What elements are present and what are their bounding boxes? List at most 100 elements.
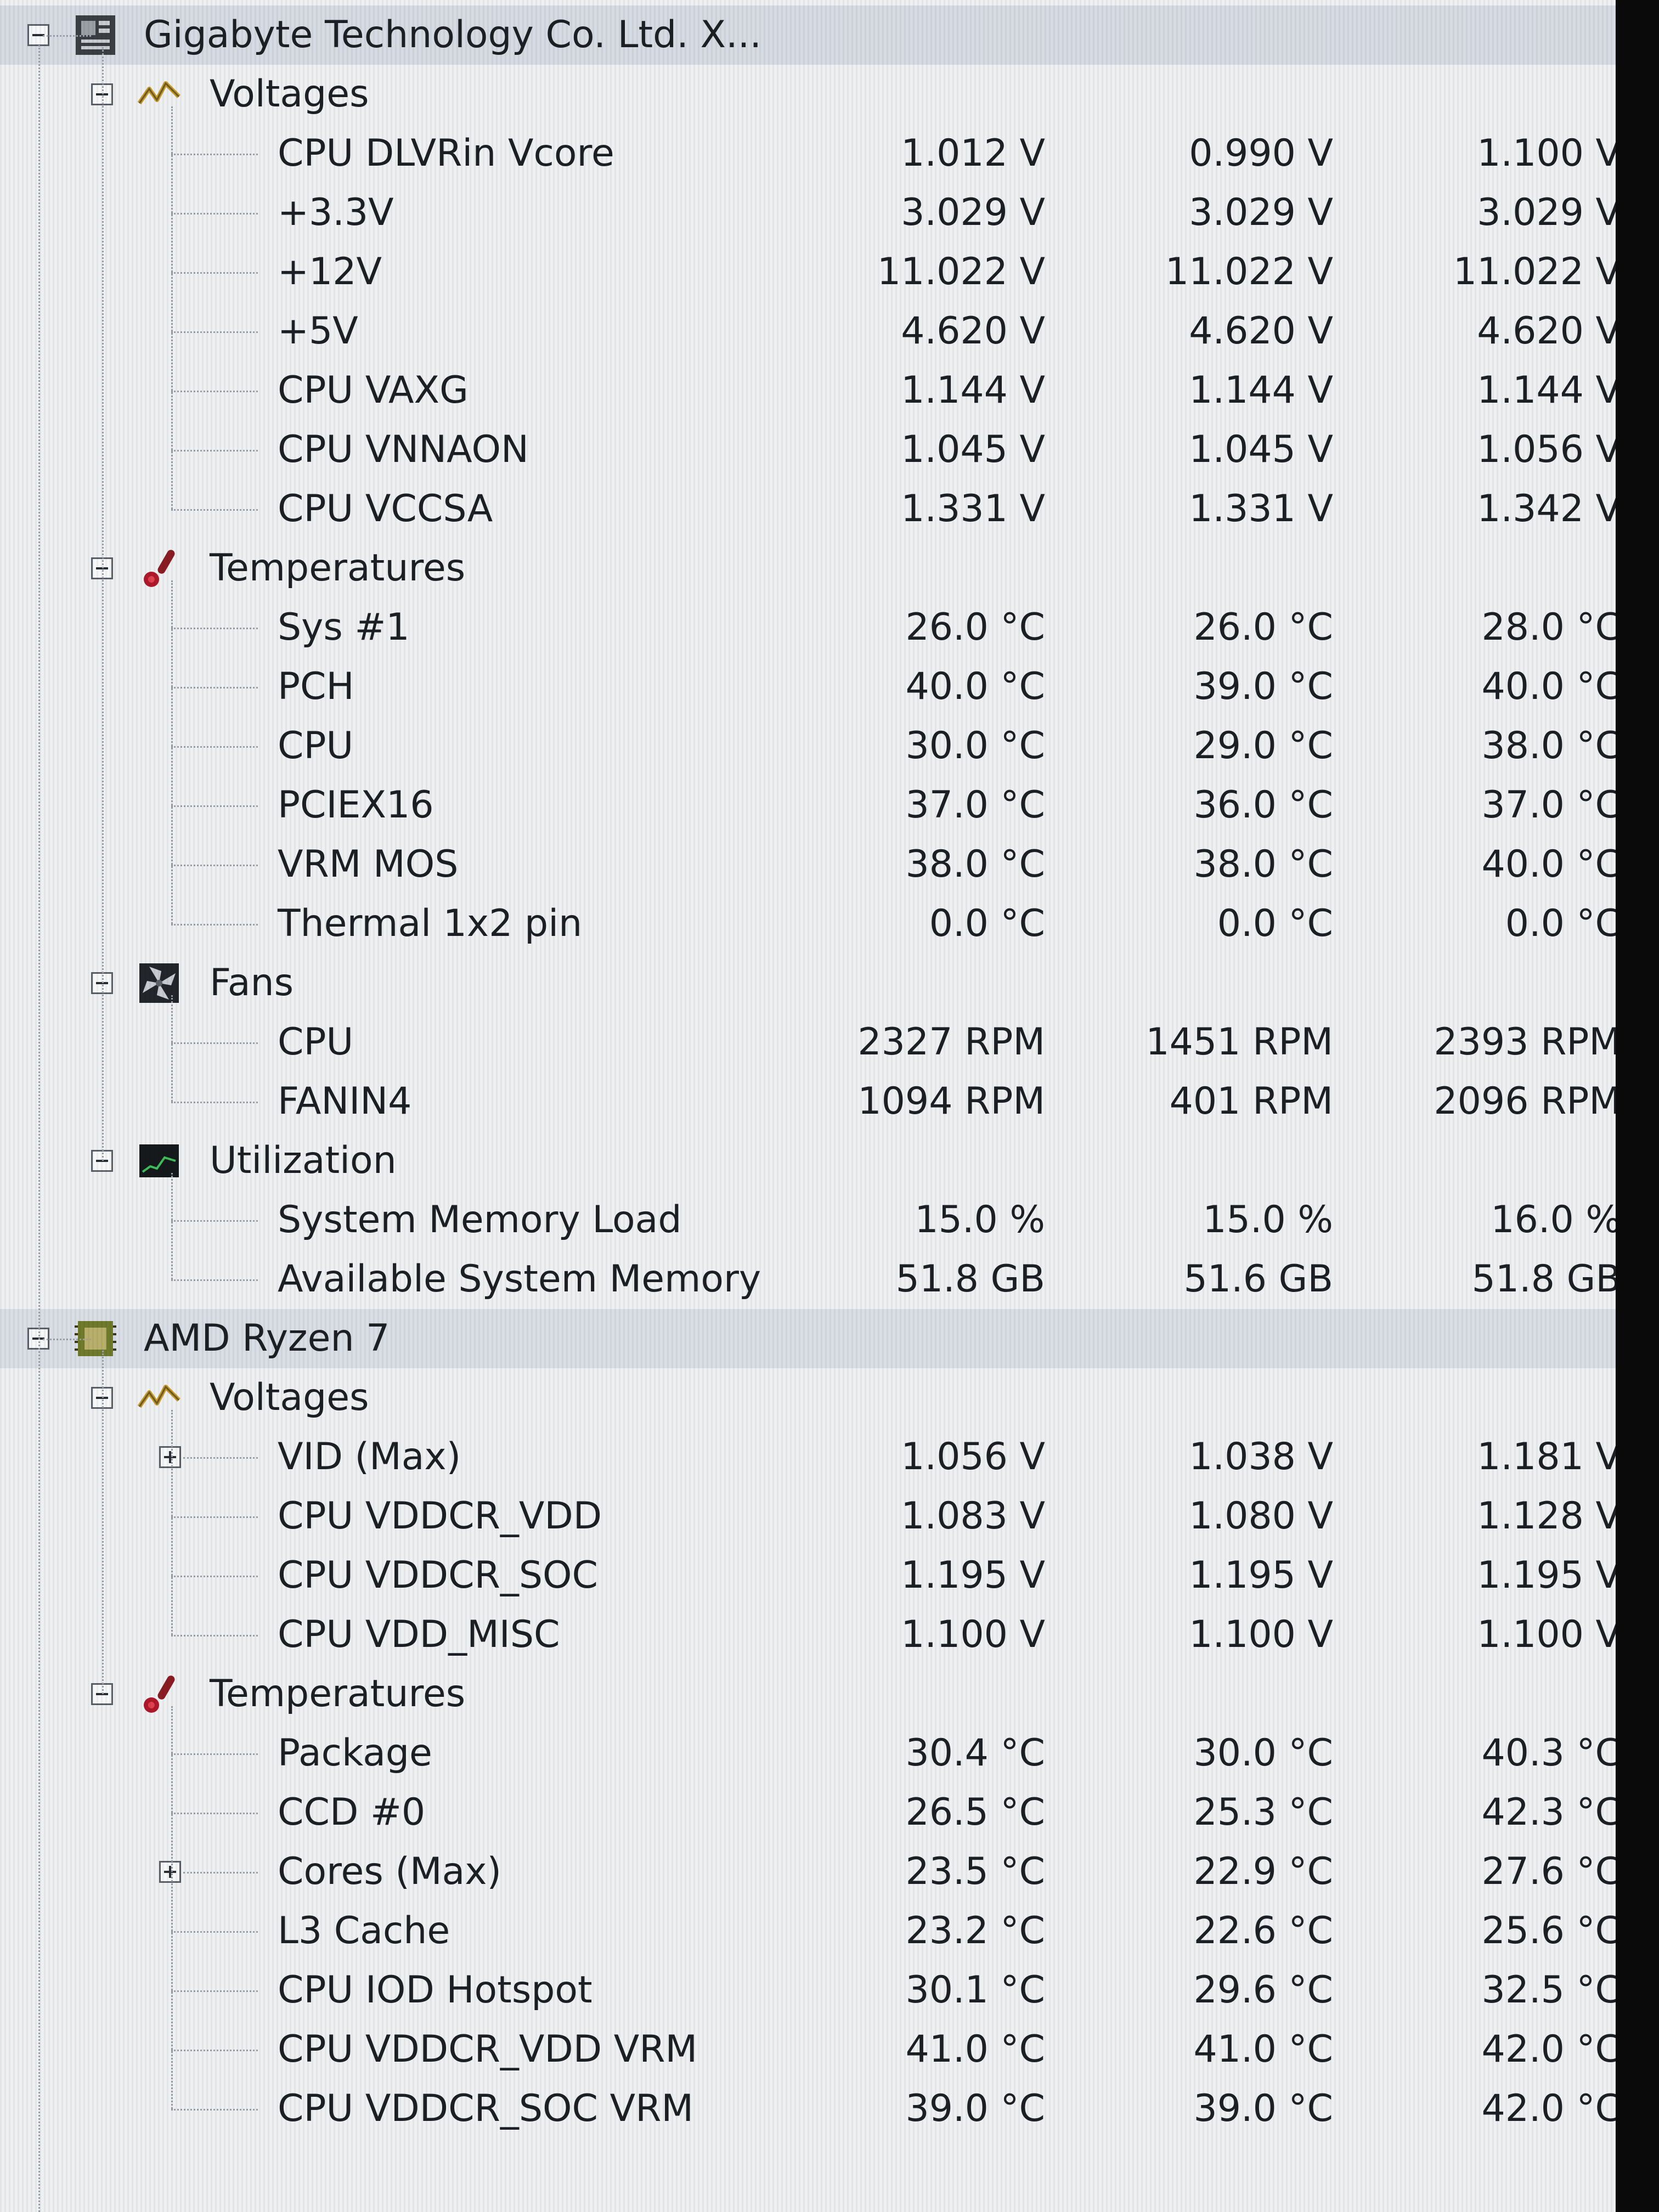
- tree-connector: [171, 1279, 258, 1281]
- sensor-label: FANIN4: [278, 1080, 412, 1123]
- voltage-icon: [137, 72, 181, 116]
- sensor-current-value: 26.0 °C: [905, 606, 1045, 649]
- tree-connector: [171, 865, 258, 866]
- sensor-current-value: 1.045 V: [901, 428, 1045, 471]
- sensor-min-value: 36.0 °C: [1193, 783, 1333, 827]
- sensor-min-value: 22.9 °C: [1193, 1850, 1333, 1893]
- tree-connector: [171, 1042, 258, 1044]
- group-name: Temperatures: [210, 546, 466, 590]
- group-name: Utilization: [210, 1139, 397, 1182]
- sensor-min-value: 29.0 °C: [1193, 724, 1333, 768]
- fan-icon: [137, 961, 181, 1005]
- sensor-max-value: 40.0 °C: [1481, 843, 1616, 886]
- sensor-current-value: 4.620 V: [901, 309, 1045, 353]
- sensor-current-value: 1.331 V: [901, 487, 1045, 531]
- sensor-max-value: 11.022 V: [1453, 250, 1616, 294]
- tree-connector: [102, 1351, 104, 1694]
- sensor-max-value: 0.0 °C: [1505, 902, 1616, 945]
- group-row[interactable]: Fans: [0, 953, 1616, 1013]
- sensor-max-value: 2393 RPM: [1434, 1020, 1616, 1064]
- sensor-label: Thermal 1x2 pin: [278, 902, 583, 945]
- sensor-min-value: 26.0 °C: [1193, 606, 1333, 649]
- sensor-label: Package: [278, 1731, 432, 1775]
- sensor-min-value: 51.6 GB: [1183, 1257, 1333, 1301]
- tree-connector: [171, 509, 258, 511]
- sensor-current-value: 3.029 V: [901, 191, 1045, 234]
- sensor-current-value: 0.0 °C: [929, 902, 1045, 945]
- sensor-max-value: 1.100 V: [1477, 132, 1616, 175]
- sensor-min-value: 3.029 V: [1189, 191, 1333, 234]
- sensor-tree: Gigabyte Technology Co. Ltd. X... Voltage…: [0, 0, 1616, 2212]
- sensor-current-value: 1.144 V: [901, 369, 1045, 412]
- tree-connector: [171, 106, 173, 509]
- sensor-label: CPU IOD Hotspot: [278, 1968, 592, 2012]
- group-name: Fans: [210, 961, 294, 1005]
- sensor-min-value: 22.6 °C: [1193, 1909, 1333, 1953]
- group-row[interactable]: Temperatures: [0, 1664, 1616, 1724]
- sensor-max-value: 38.0 °C: [1481, 724, 1616, 768]
- sensor-current-value: 1094 RPM: [857, 1080, 1045, 1123]
- sensor-max-value: 37.0 °C: [1481, 783, 1616, 827]
- sensor-label: L3 Cache: [278, 1909, 450, 1953]
- sensor-label: Available System Memory: [278, 1257, 761, 1301]
- sensor-max-value: 40.3 °C: [1481, 1731, 1616, 1775]
- tree-connector: [38, 45, 40, 2212]
- voltage-icon: [137, 1376, 181, 1420]
- tree-connector: [171, 391, 258, 392]
- screen-bezel: [1616, 0, 1659, 2212]
- sensor-max-value: 2096 RPM: [1434, 1080, 1616, 1123]
- sensor-max-value: 28.0 °C: [1481, 606, 1616, 649]
- sensor-max-value: 32.5 °C: [1481, 1968, 1616, 2012]
- sensor-min-value: 29.6 °C: [1193, 1968, 1333, 2012]
- sensor-max-value: 1.128 V: [1477, 1494, 1616, 1538]
- sensor-label: System Memory Load: [278, 1198, 682, 1242]
- device-row[interactable]: Gigabyte Technology Co. Ltd. X...: [0, 5, 1616, 65]
- sensor-max-value: 25.6 °C: [1481, 1909, 1616, 1953]
- group-row[interactable]: Voltages: [0, 65, 1616, 124]
- device-row[interactable]: AMD Ryzen 7: [0, 1309, 1616, 1368]
- sensor-min-value: 1.100 V: [1189, 1613, 1333, 1656]
- tree-connector: [171, 1410, 173, 1635]
- thermometer-icon: [137, 1672, 181, 1716]
- sensor-min-value: 1.195 V: [1189, 1554, 1333, 1597]
- tree-connector: [171, 1706, 173, 2109]
- tree-connector: [171, 580, 173, 924]
- tree-connector: [171, 995, 173, 1102]
- sensor-label: CPU: [278, 1020, 354, 1064]
- sensor-label: CPU VCCSA: [278, 487, 493, 531]
- tree-connector: [171, 2109, 258, 2111]
- sensor-current-value: 30.1 °C: [905, 1968, 1045, 2012]
- group-row[interactable]: Temperatures: [0, 539, 1616, 598]
- expand-toggle[interactable]: [159, 1861, 181, 1883]
- sensor-label: +12V: [278, 250, 382, 294]
- sensor-current-value: 23.2 °C: [905, 1909, 1045, 1953]
- tree-connector: [171, 2050, 258, 2051]
- group-row[interactable]: Voltages: [0, 1368, 1616, 1427]
- sensor-label: +3.3V: [278, 191, 394, 234]
- sensor-label: CPU VDDCR_VDD: [278, 1494, 602, 1538]
- sensor-label: CPU VDDCR_VDD VRM: [278, 2028, 698, 2071]
- device-name: AMD Ryzen 7: [144, 1317, 390, 1360]
- sensor-current-value: 30.0 °C: [905, 724, 1045, 768]
- sensor-max-value: 42.3 °C: [1481, 1791, 1616, 1834]
- sensor-max-value: 40.0 °C: [1481, 665, 1616, 708]
- tree-connector: [171, 1635, 258, 1637]
- sensor-label: CPU VNNAON: [278, 428, 529, 471]
- sensor-current-value: 51.8 GB: [895, 1257, 1045, 1301]
- sensor-max-value: 27.6 °C: [1481, 1850, 1616, 1893]
- sensor-label: CPU VDDCR_SOC: [278, 1554, 599, 1597]
- tree-connector: [171, 1990, 258, 1992]
- group-row[interactable]: Utilization: [0, 1131, 1616, 1190]
- sensor-min-value: 30.0 °C: [1193, 1731, 1333, 1775]
- sensor-min-value: 39.0 °C: [1193, 2087, 1333, 2130]
- sensor-current-value: 26.5 °C: [905, 1791, 1045, 1834]
- sensor-current-value: 2327 RPM: [857, 1020, 1045, 1064]
- tree-connector: [171, 628, 258, 629]
- sensor-current-value: 30.4 °C: [905, 1731, 1045, 1775]
- expand-toggle[interactable]: [159, 1446, 181, 1468]
- sensor-current-value: 1.100 V: [901, 1613, 1045, 1656]
- tree-connector: [171, 1173, 173, 1279]
- sensor-current-value: 1.056 V: [901, 1435, 1045, 1479]
- sensor-current-value: 39.0 °C: [905, 2087, 1045, 2130]
- sensor-label: Sys #1: [278, 606, 410, 649]
